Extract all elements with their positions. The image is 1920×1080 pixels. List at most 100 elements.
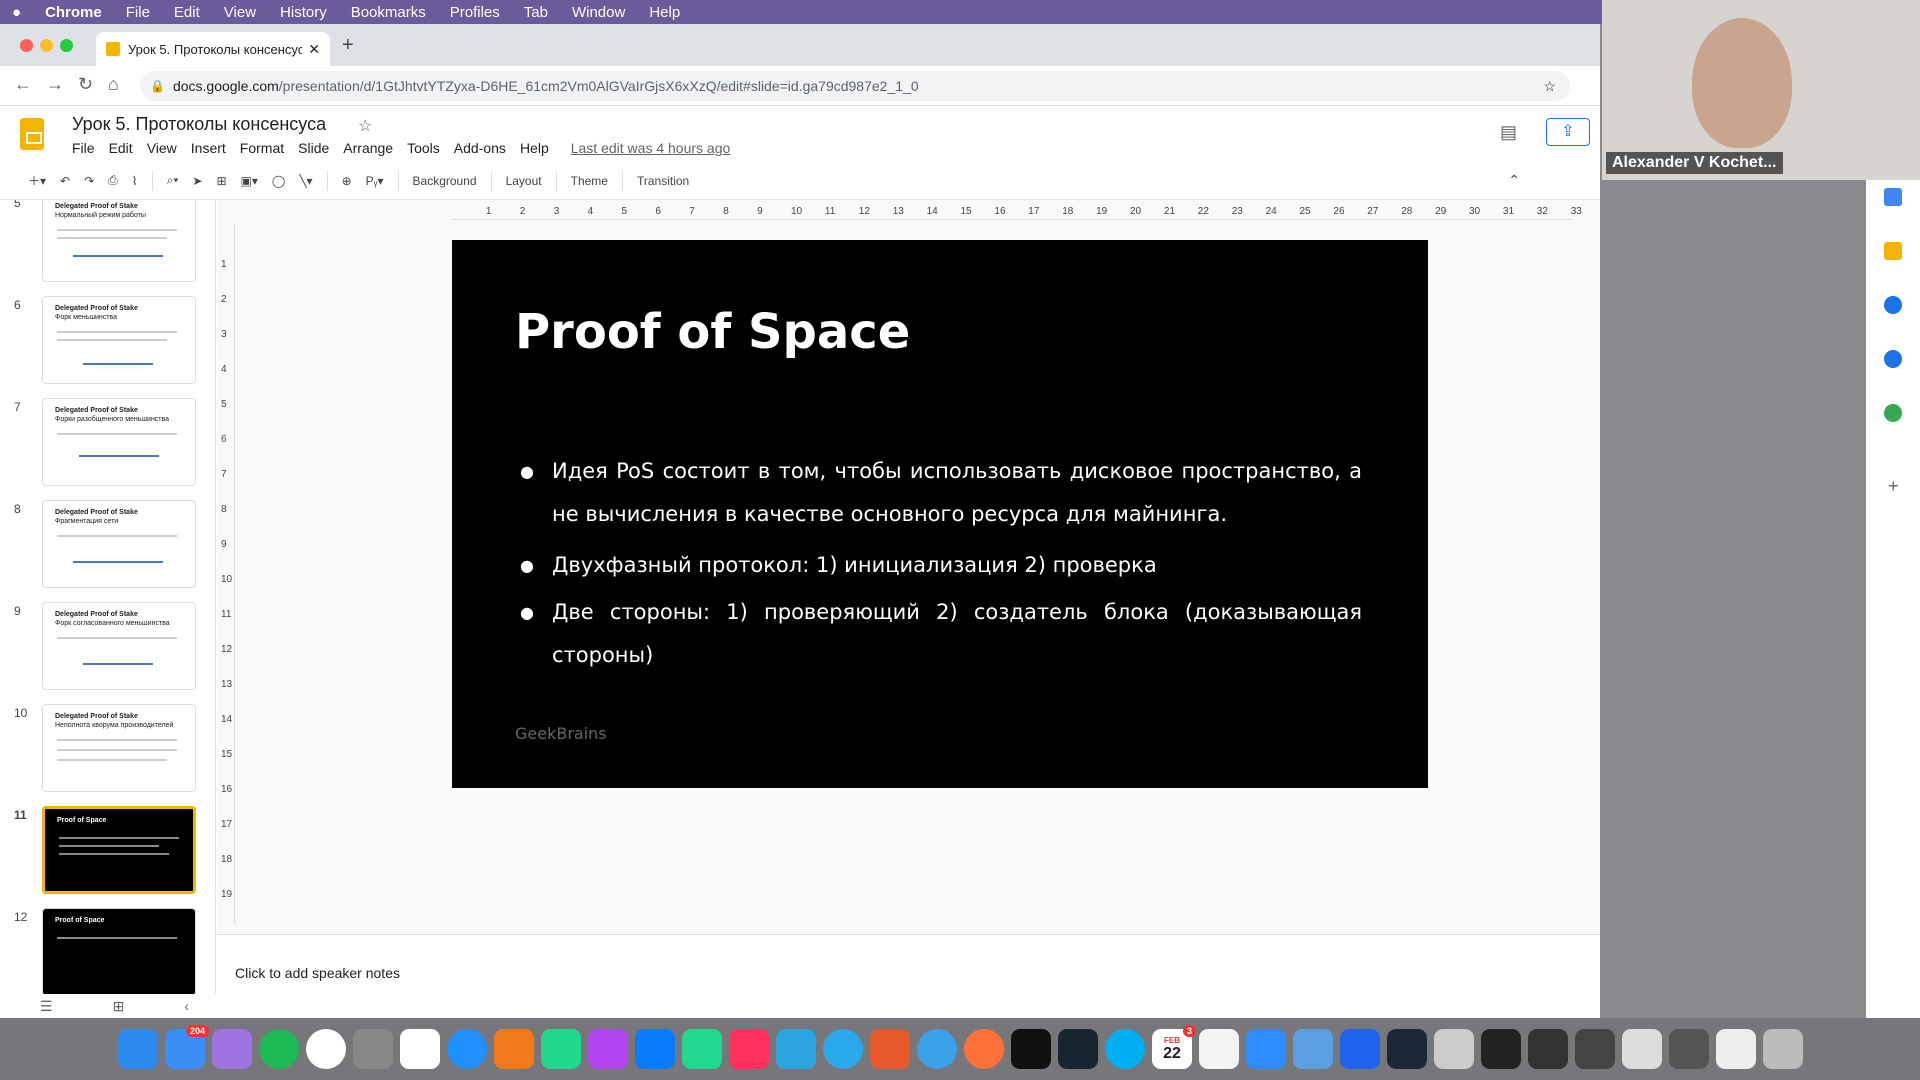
document-title[interactable]: Урок 5. Протоколы консенсуса	[72, 114, 326, 135]
minimized-window-icon[interactable]	[1716, 1029, 1756, 1069]
menu-view[interactable]: View	[224, 4, 256, 21]
back-icon[interactable]: ←	[14, 74, 32, 95]
current-slide[interactable]: Proof of Space Идея PoS состоит в том, ч…	[452, 240, 1428, 788]
slide-title[interactable]: Proof of Space	[515, 304, 910, 360]
app-menu-tools[interactable]: Tools	[407, 140, 440, 156]
clock-app-icon[interactable]	[447, 1029, 487, 1069]
steam-icon[interactable]	[1387, 1029, 1427, 1069]
comments-icon[interactable]: ▤	[1500, 122, 1517, 143]
filmstrip-view-icon[interactable]: ☰	[40, 998, 53, 1015]
add-addon-icon[interactable]: +	[1888, 476, 1899, 497]
menu-file[interactable]: File	[126, 4, 150, 21]
transition-button[interactable]: Transition	[637, 174, 689, 188]
zoom-window-icon[interactable]	[60, 39, 73, 52]
menu-edit[interactable]: Edit	[174, 4, 200, 21]
safari-icon[interactable]	[917, 1029, 957, 1069]
chrome-icon[interactable]	[306, 1029, 346, 1069]
vscode-icon[interactable]	[776, 1029, 816, 1069]
slack-icon[interactable]	[400, 1029, 440, 1069]
input-tools-icon[interactable]: Pᵧ▾	[366, 174, 384, 188]
goland-icon[interactable]	[635, 1029, 675, 1069]
terminal-icon[interactable]	[1011, 1029, 1051, 1069]
calendar-icon[interactable]	[1884, 188, 1902, 206]
skype-icon[interactable]	[1105, 1029, 1145, 1069]
minimized-window-icon[interactable]	[1481, 1029, 1521, 1069]
comment-icon[interactable]: ⊕	[342, 174, 352, 188]
firefox-icon[interactable]	[964, 1029, 1004, 1069]
shape-icon[interactable]: ◯	[272, 174, 285, 188]
bullet-item[interactable]: Идея PoS состоит в том, чтобы использова…	[520, 450, 1362, 536]
maps-icon[interactable]	[1884, 404, 1902, 422]
app-menu-edit[interactable]: Edit	[109, 140, 133, 156]
browser-tab[interactable]: Урок 5. Протоколы консенсус ✕	[96, 32, 330, 66]
undo-icon[interactable]: ↶	[60, 174, 70, 188]
app-menu-addons[interactable]: Add-ons	[454, 140, 506, 156]
star-document-icon[interactable]: ☆	[358, 116, 372, 136]
new-tab-icon[interactable]: +	[342, 34, 354, 57]
home-icon[interactable]: ⌂	[108, 74, 119, 95]
datagrip-icon[interactable]	[682, 1029, 722, 1069]
tasks-icon[interactable]	[1884, 296, 1902, 314]
minimized-window-icon[interactable]	[1622, 1029, 1662, 1069]
present-button[interactable]: ⇪	[1546, 118, 1590, 146]
slide-thumbnail[interactable]: Delegated Proof of Stake Форк меньшинств…	[42, 296, 196, 384]
system-preferences-icon[interactable]	[353, 1029, 393, 1069]
grid-view-icon[interactable]: ⊞	[113, 998, 125, 1015]
app-menu-file[interactable]: File	[72, 140, 95, 156]
telegram-icon[interactable]	[823, 1029, 863, 1069]
collapse-toolbar-icon[interactable]: ⌃	[1508, 172, 1520, 189]
bullet-item[interactable]: Две стороны: 1) проверяющий 2) создатель…	[520, 591, 1362, 677]
menu-app-name[interactable]: Chrome	[45, 4, 102, 21]
slide-canvas-area[interactable]: 1 2 3 4 5 6 7 8 9 10 11 12 13 14 15 16 17 18 19 20 21 22 23 24 2…	[217, 200, 1600, 934]
text-box-icon[interactable]: ⊞	[216, 174, 226, 188]
calendar-app-icon[interactable]: FEB 22 3	[1152, 1025, 1196, 1069]
redo-icon[interactable]: ↷	[84, 174, 94, 188]
menu-window[interactable]: Window	[572, 4, 625, 21]
textedit-icon[interactable]	[1199, 1029, 1239, 1069]
app-menu-format[interactable]: Format	[240, 140, 284, 156]
theme-button[interactable]: Theme	[571, 174, 608, 188]
collapse-panel-icon[interactable]: ‹	[184, 998, 189, 1014]
print-icon[interactable]: ⎙	[108, 173, 118, 188]
zoom-icon[interactable]: ⌕▾	[167, 173, 179, 188]
image-icon[interactable]: ▣▾	[241, 174, 258, 188]
game-icon[interactable]	[870, 1029, 910, 1069]
minimize-window-icon[interactable]	[40, 39, 53, 52]
paint-format-icon[interactable]: ⌇	[132, 174, 138, 188]
bullet-item[interactable]: Двухфазный протокол: 1) инициализация 2)…	[520, 544, 1362, 587]
iterm-icon[interactable]	[1058, 1029, 1098, 1069]
minimized-window-icon[interactable]	[1575, 1029, 1615, 1069]
contacts-icon[interactable]	[1884, 350, 1902, 368]
intellij-icon[interactable]	[729, 1029, 769, 1069]
app-menu-slide[interactable]: Slide	[298, 140, 329, 156]
slide-thumbnail[interactable]: Delegated Proof of Stake Форки разобщенн…	[42, 398, 196, 486]
zoom-icon[interactable]	[1246, 1029, 1286, 1069]
close-window-icon[interactable]	[20, 39, 33, 52]
menu-tab[interactable]: Tab	[524, 4, 548, 21]
forward-icon[interactable]: →	[46, 74, 64, 95]
downloads-folder-icon[interactable]	[1434, 1029, 1474, 1069]
reload-icon[interactable]: ↻	[78, 74, 93, 95]
app-menu-help[interactable]: Help	[520, 140, 549, 156]
slide-filmstrip[interactable]: 5 Delegated Proof of Stake Нормальный ре…	[0, 200, 216, 994]
slide-thumbnail[interactable]: Delegated Proof of Stake Нормальный режи…	[42, 200, 196, 282]
minimized-window-icon[interactable]	[1669, 1029, 1709, 1069]
menu-history[interactable]: History	[280, 4, 327, 21]
slides-logo-icon[interactable]	[20, 118, 44, 150]
sublime-icon[interactable]	[494, 1029, 534, 1069]
last-edit-link[interactable]: Last edit was 4 hours ago	[571, 140, 731, 156]
select-icon[interactable]: ➤	[192, 174, 202, 188]
star-icon[interactable]: ☆	[1543, 78, 1556, 95]
finder-icon[interactable]	[118, 1029, 158, 1069]
slide-thumbnail[interactable]: Delegated Proof of Stake Форк согласован…	[42, 602, 196, 690]
preview-icon[interactable]	[1293, 1029, 1333, 1069]
phpstorm-icon[interactable]	[588, 1029, 628, 1069]
address-bar[interactable]: 🔒 docs.google.com /presentation/d/1GtJht…	[140, 71, 1570, 101]
spotify-icon[interactable]	[259, 1029, 299, 1069]
background-button[interactable]: Background	[413, 174, 477, 188]
docker-icon[interactable]	[1340, 1029, 1380, 1069]
minimized-window-icon[interactable]	[1528, 1029, 1568, 1069]
apple-icon[interactable]: ●	[12, 4, 21, 21]
slide-thumbnail-selected[interactable]: Proof of Space	[42, 806, 196, 894]
trash-icon[interactable]	[1763, 1029, 1803, 1069]
